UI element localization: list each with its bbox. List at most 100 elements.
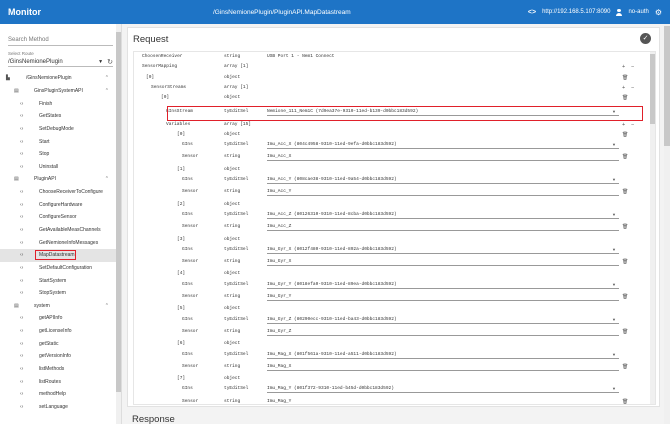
delete-icon[interactable]: 🗑 bbox=[622, 364, 628, 370]
code-icon: ‹› bbox=[20, 151, 24, 158]
chevron-up-icon[interactable]: ⌃ bbox=[105, 88, 109, 94]
tree-item-configuresensor[interactable]: ‹› ConfigureSensor bbox=[0, 211, 121, 224]
value-input[interactable]: Imu_Acc_Z bbox=[267, 224, 619, 232]
delete-icon[interactable]: 🗑 bbox=[622, 154, 628, 160]
dropdown-arrow-icon[interactable]: ▼ bbox=[612, 247, 616, 252]
delete-icon[interactable]: 🗑 bbox=[622, 224, 628, 230]
value-input[interactable]: Imu_Mag_Y bbox=[267, 399, 619, 404]
tree-item-getstates[interactable]: ‹› GetStates bbox=[0, 110, 121, 123]
delete-icon[interactable]: 🗑 bbox=[622, 329, 628, 335]
add-item-icon[interactable]: + bbox=[622, 85, 625, 91]
editor-scrollbar[interactable] bbox=[650, 52, 655, 404]
value-select[interactable]: Imu_Gyr_X (8012f480-9310-11ed-892a-d0bbc… bbox=[267, 247, 619, 254]
dropdown-arrow-icon[interactable]: ▼ bbox=[612, 386, 616, 391]
value-select[interactable]: Imu_Acc_X (804c4958-9310-11ed-9efa-d0bbc… bbox=[267, 142, 619, 150]
tree-item-uninstall[interactable]: ‹› Uninstall bbox=[0, 160, 121, 173]
tree-item-setlanguage[interactable]: ‹› setLanguage bbox=[0, 401, 121, 414]
tree-item-getversioninfo[interactable]: ‹› getVersionInfo bbox=[0, 350, 121, 363]
value-select[interactable]: Imu_Gyr_Y (8018efa0-9310-11ed-89ea-d0bbc… bbox=[267, 282, 619, 289]
check-circle-icon[interactable]: ✓ bbox=[640, 33, 651, 44]
remove-item-icon[interactable]: − bbox=[631, 64, 634, 70]
tree-item-getavailablemeaschannels[interactable]: ‹› GetAvailableMeasChannels bbox=[0, 224, 121, 237]
tree-item-listroutes[interactable]: ‹› listRoutes bbox=[0, 375, 121, 388]
main-scroll-thumb[interactable] bbox=[664, 26, 670, 146]
request-row-sensormapping: SensorMapping array [1] + − bbox=[134, 64, 644, 74]
main-panel: Request ✓ ChoosenReceiver string USB Port … bbox=[122, 24, 670, 424]
tree-item-listmethods[interactable]: ‹› listMethods bbox=[0, 363, 121, 376]
value-select[interactable]: Imu_Mag_X (801f561a-9310-11ed-a511-d0bbc… bbox=[267, 352, 619, 359]
delete-icon[interactable]: 🗑 bbox=[622, 132, 628, 138]
remove-item-icon[interactable]: − bbox=[631, 85, 634, 91]
main-scrollbar[interactable] bbox=[664, 24, 670, 424]
delete-icon[interactable]: 🗑 bbox=[622, 259, 628, 265]
request-row-0: [0] object 🗑 bbox=[134, 132, 644, 142]
tree-item-methodhelp[interactable]: ‹› methodHelp bbox=[0, 388, 121, 401]
tree-item-ginsnemioneplugin[interactable]: ▙ /GinsNemionePlugin ⌃ bbox=[0, 72, 121, 85]
tree-item-start[interactable]: ‹› Start bbox=[0, 135, 121, 148]
tree-item-getapiinfo[interactable]: ‹› getAPIInfo bbox=[0, 312, 121, 325]
value-select[interactable]: Imu_Acc_Y (808cae38-9310-11ed-9a54-d0bbc… bbox=[267, 177, 619, 184]
tree-item-ginspluginsystemapi[interactable]: ▤ GinsPluginSystemAPI ⌃ bbox=[0, 85, 121, 98]
delete-icon[interactable]: 🗑 bbox=[622, 294, 628, 300]
delete-icon[interactable]: 🗑 bbox=[622, 189, 628, 195]
tree-item-setdefaultconfiguration[interactable]: ‹› SetDefaultConfiguration bbox=[0, 262, 121, 275]
value-input[interactable]: Imu_Acc_X bbox=[267, 154, 619, 162]
tree-item-choosereceivertoconfigure[interactable]: ‹› ChooseReceiverToConfigure bbox=[0, 186, 121, 199]
tree-item-startsystem[interactable]: ‹› StartSystem bbox=[0, 274, 121, 287]
field-type: object bbox=[224, 236, 241, 242]
dropdown-arrow-icon[interactable]: ▼ bbox=[612, 317, 616, 322]
dropdown-arrow-icon[interactable]: ▼ bbox=[612, 282, 616, 287]
route-select[interactable]: /GinsNemionePlugin ▼ ↻ bbox=[8, 57, 113, 67]
tree-item-system[interactable]: ▤ system ⌃ bbox=[0, 300, 121, 313]
gear-icon[interactable]: ⚙ bbox=[655, 8, 662, 17]
value-select[interactable]: Imu_Gyr_Z (80290ecc-9310-11ed-ba43-d0bbc… bbox=[267, 317, 619, 324]
chevron-up-icon[interactable]: ⌃ bbox=[105, 75, 109, 81]
value-input[interactable]: USB Port 1 - Nem1 Connect bbox=[267, 54, 335, 59]
delete-icon[interactable]: 🗑 bbox=[622, 399, 628, 404]
code-icon[interactable]: <> bbox=[528, 9, 536, 16]
tree-item-label: StartSystem bbox=[39, 277, 67, 284]
tree-item-mapdatastream[interactable]: ‹› MapDatastream bbox=[0, 248, 121, 262]
code-icon: ‹› bbox=[20, 100, 24, 107]
dropdown-arrow-icon[interactable]: ▼ bbox=[612, 212, 616, 217]
tree-item-getnemioneinfomessages[interactable]: ‹› GetNemioneInfoMessages bbox=[0, 236, 121, 249]
tree-item-getlicenseinfo[interactable]: ‹› getLicenseInfo bbox=[0, 325, 121, 338]
value-select[interactable]: Imu_Mag_Y (801f372-9310-11ed-b45d-d0bbc1… bbox=[267, 386, 619, 394]
tree-item-finish[interactable]: ‹› Finish bbox=[0, 97, 121, 110]
dropdown-arrow-icon[interactable]: ▼ bbox=[612, 142, 616, 147]
sidebar-scroll-thumb[interactable] bbox=[116, 32, 121, 392]
refresh-icon[interactable]: ↻ bbox=[107, 58, 113, 66]
tree-item-setdebugmode[interactable]: ‹› SetDebugMode bbox=[0, 123, 121, 136]
code-icon: ‹› bbox=[20, 189, 24, 196]
field-type: array [1] bbox=[224, 84, 249, 90]
add-item-icon[interactable]: + bbox=[622, 64, 625, 70]
delete-icon[interactable]: 🗑 bbox=[622, 95, 628, 101]
chevron-up-icon[interactable]: ⌃ bbox=[105, 176, 109, 182]
tree-item-stop[interactable]: ‹› Stop bbox=[0, 148, 121, 161]
tree-item-pluginapi[interactable]: ▤ PluginAPI ⌃ bbox=[0, 173, 121, 186]
dropdown-arrow-icon[interactable]: ▼ bbox=[612, 352, 616, 357]
code-icon: ‹› bbox=[20, 403, 24, 410]
sidebar-scrollbar[interactable] bbox=[116, 24, 121, 424]
value-input[interactable]: Imu_Gyr_Y bbox=[267, 294, 619, 301]
editor-scroll-thumb[interactable] bbox=[650, 54, 655, 124]
tree-item-getstatic[interactable]: ‹› getStatic bbox=[0, 337, 121, 350]
tree-item-configurehardware[interactable]: ‹› ConfigureHardware bbox=[0, 198, 121, 211]
value-input[interactable]: Imu_Gyr_X bbox=[267, 259, 619, 267]
value-select[interactable]: Imu_Acc_Z (80126310-9310-11ed-8cba-d0bbc… bbox=[267, 212, 619, 219]
value-input[interactable]: Imu_Gyr_Z bbox=[267, 329, 619, 336]
add-item-icon[interactable]: + bbox=[622, 122, 625, 128]
request-row-4: [4] object bbox=[134, 271, 644, 281]
route-select-value: /GinsNemionePlugin bbox=[8, 58, 63, 65]
delete-icon[interactable]: 🗑 bbox=[622, 75, 628, 81]
search-input[interactable]: Search Method bbox=[8, 32, 113, 46]
chevron-up-icon[interactable]: ⌃ bbox=[105, 303, 109, 309]
tree-item-stopsystem[interactable]: ‹› StopSystem bbox=[0, 287, 121, 300]
response-title: Response bbox=[132, 414, 175, 424]
remove-item-icon[interactable]: − bbox=[631, 122, 634, 128]
request-row-0: [0] object 🗑 bbox=[134, 75, 644, 85]
value-input[interactable]: Imu_Acc_Y bbox=[267, 189, 619, 197]
value-input[interactable]: Imu_Mag_X bbox=[267, 364, 619, 371]
request-row-0: [0] object 🗑 bbox=[134, 95, 644, 105]
dropdown-arrow-icon[interactable]: ▼ bbox=[612, 177, 616, 182]
